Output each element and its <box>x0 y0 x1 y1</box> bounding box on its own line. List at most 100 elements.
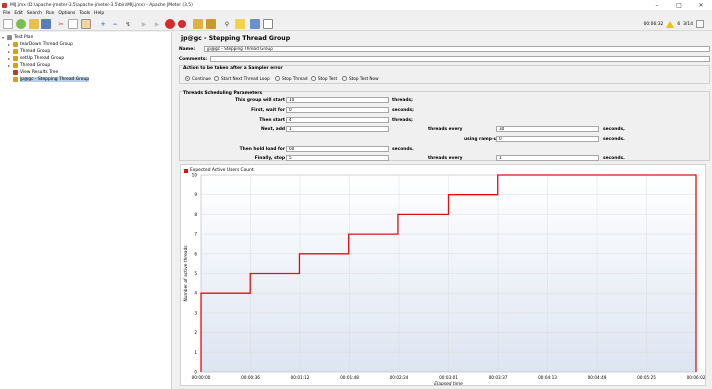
radio-stop-test[interactable]: Stop Test <box>311 76 337 81</box>
elapsed-time: 00:06:32 <box>643 21 664 27</box>
panel-title: jp@gc - Stepping Thread Group <box>181 35 291 42</box>
row-rampup-unit2: seconds. <box>603 137 625 142</box>
cut-icon[interactable]: ✂ <box>56 19 66 29</box>
start-threads-input[interactable]: 10 <box>286 97 389 103</box>
rampup-input[interactable]: 0 <box>496 136 599 142</box>
y-tick-label: 9 <box>194 192 197 197</box>
add-period-input[interactable]: 30 <box>496 126 599 132</box>
expand-arrow-icon[interactable]: ▸ <box>8 63 12 68</box>
radio-label: Stop Thread <box>282 76 308 81</box>
menu-search[interactable]: Search <box>27 11 42 16</box>
row-start-label: This group will start <box>235 98 285 103</box>
tree-item-label: setUp Thread Group <box>20 56 65 61</box>
open-icon[interactable] <box>29 19 39 29</box>
tree-item-view-results[interactable]: View Results Tree <box>13 69 58 76</box>
row-start-unit: threads; <box>392 98 413 103</box>
stop-users-input[interactable]: 5 <box>286 155 389 161</box>
tree-item-thread-group-2[interactable]: ▸ Thread Group <box>8 62 50 69</box>
x-axis-label: Elapsed time <box>434 381 463 385</box>
menu-help[interactable]: Help <box>94 11 104 16</box>
jmeter-logo-icon <box>2 2 7 8</box>
row-hold-unit: seconds. <box>392 147 414 152</box>
warning-count: 6 <box>677 21 681 27</box>
warning-icon[interactable] <box>666 20 675 28</box>
new-icon[interactable] <box>3 19 13 29</box>
menu-run[interactable]: Run <box>46 11 54 16</box>
tree-item-label: jp@gc - Stepping Thread Group <box>20 77 90 82</box>
comments-field[interactable] <box>210 56 710 62</box>
radio-icon <box>275 76 280 81</box>
scheduling-heading: Threads Scheduling Parameters <box>183 91 263 96</box>
x-tick-label: 00:02:24 <box>390 375 409 380</box>
row-wait-unit: seconds; <box>392 108 414 113</box>
clear-icon[interactable] <box>193 19 203 29</box>
menu-edit[interactable]: Edit <box>14 11 23 16</box>
expected-users-chart: Expected Active Users Count 0 1 2 3 4 5 6 7 8 9 10… <box>180 164 706 387</box>
radio-continue[interactable]: Continue <box>185 76 211 81</box>
thread-group-icon <box>13 49 18 54</box>
reset-search-icon[interactable] <box>235 19 245 29</box>
radio-stop-thread[interactable]: Stop Thread <box>275 76 308 81</box>
row-then-start-unit: threads; <box>392 118 413 123</box>
shutdown-icon[interactable] <box>178 20 186 28</box>
chart-legend: Expected Active Users Count <box>184 168 254 173</box>
help-icon[interactable] <box>263 19 273 29</box>
tree-item-setup[interactable]: ▸ setUp Thread Group <box>8 55 64 62</box>
clear-all-icon[interactable] <box>206 19 216 29</box>
function-helper-icon[interactable] <box>250 19 260 29</box>
tree-item-stepping-thread-group[interactable]: jp@gc - Stepping Thread Group <box>13 76 90 83</box>
flight-time-input[interactable]: 60 <box>286 146 389 152</box>
start-users-input[interactable]: 4 <box>286 117 389 123</box>
y-tick-label: 0 <box>194 370 197 375</box>
expand-arrow-icon[interactable]: ▸ <box>8 49 12 54</box>
expand-icon[interactable]: + <box>98 19 108 29</box>
status-area: 00:06:32 6 3/14 <box>644 17 704 31</box>
title-bar: MIJ.jmx (D:\apache-jmeter-3.5\apache-jme… <box>0 0 712 10</box>
menu-options[interactable]: Options <box>58 11 75 16</box>
templates-icon[interactable] <box>16 19 26 29</box>
y-tick-label: 7 <box>194 232 197 237</box>
thread-group-icon <box>13 56 18 61</box>
tree-item-teardown[interactable]: ▸ tearDown Thread Group <box>8 41 73 48</box>
stop-period-input[interactable]: 1 <box>496 155 599 161</box>
row-rampup-unit: using ramp-up <box>464 137 500 142</box>
thread-group-icon <box>13 63 18 68</box>
paste-icon[interactable] <box>81 19 91 29</box>
copy-icon[interactable] <box>68 19 78 29</box>
sampler-error-heading: Action to be taken after a Sampler error <box>183 66 283 71</box>
save-icon[interactable] <box>41 19 51 29</box>
close-button[interactable]: ✕ <box>690 0 712 10</box>
x-tick-label: 00:04:49 <box>588 375 607 380</box>
y-tick-label: 6 <box>194 251 197 256</box>
start-icon[interactable]: ▶ <box>139 19 149 29</box>
expand-arrow-icon[interactable]: ▸ <box>8 42 12 47</box>
tree-item-label: tearDown Thread Group <box>20 42 73 47</box>
toggle-icon[interactable]: ↯ <box>123 19 133 29</box>
menu-tools[interactable]: Tools <box>79 11 90 16</box>
tree-item-label: Test Plan <box>14 35 34 40</box>
x-tick-label: 00:03:37 <box>489 375 508 380</box>
expand-arrow-icon[interactable]: ▸ <box>8 56 12 61</box>
search-icon[interactable]: ⚲ <box>222 19 232 29</box>
collapse-icon[interactable]: − <box>110 19 120 29</box>
name-field[interactable]: jp@gc - Stepping Thread Group <box>204 46 710 52</box>
tree-item-test-plan[interactable]: ▾ Test Plan <box>2 34 33 41</box>
name-label: Name: <box>179 47 195 52</box>
minimize-button[interactable]: – <box>646 0 668 10</box>
radio-stop-test-now[interactable]: Stop Test Now <box>342 76 379 81</box>
maximize-button[interactable]: □ <box>668 0 690 10</box>
radio-start-next-thread-loop[interactable]: Start Next Thread Loop <box>214 76 270 81</box>
add-users-input[interactable]: 1 <box>286 126 389 132</box>
radio-icon <box>342 76 347 81</box>
log-viewer-icon[interactable] <box>696 20 704 28</box>
start-no-pause-icon[interactable]: ▶ <box>152 19 162 29</box>
menu-file[interactable]: File <box>3 11 10 16</box>
stop-icon[interactable] <box>165 19 175 29</box>
tree-item-thread-group-1[interactable]: ▸ Thread Group <box>8 48 50 55</box>
collapse-arrow-icon[interactable]: ▾ <box>2 35 6 40</box>
radio-selected-icon <box>185 76 190 81</box>
row-hold-label: Then hold load for <box>239 147 285 152</box>
radio-label: Continue <box>192 76 211 81</box>
initial-delay-input[interactable]: 0 <box>286 107 389 113</box>
legend-label: Expected Active Users Count <box>190 168 254 173</box>
